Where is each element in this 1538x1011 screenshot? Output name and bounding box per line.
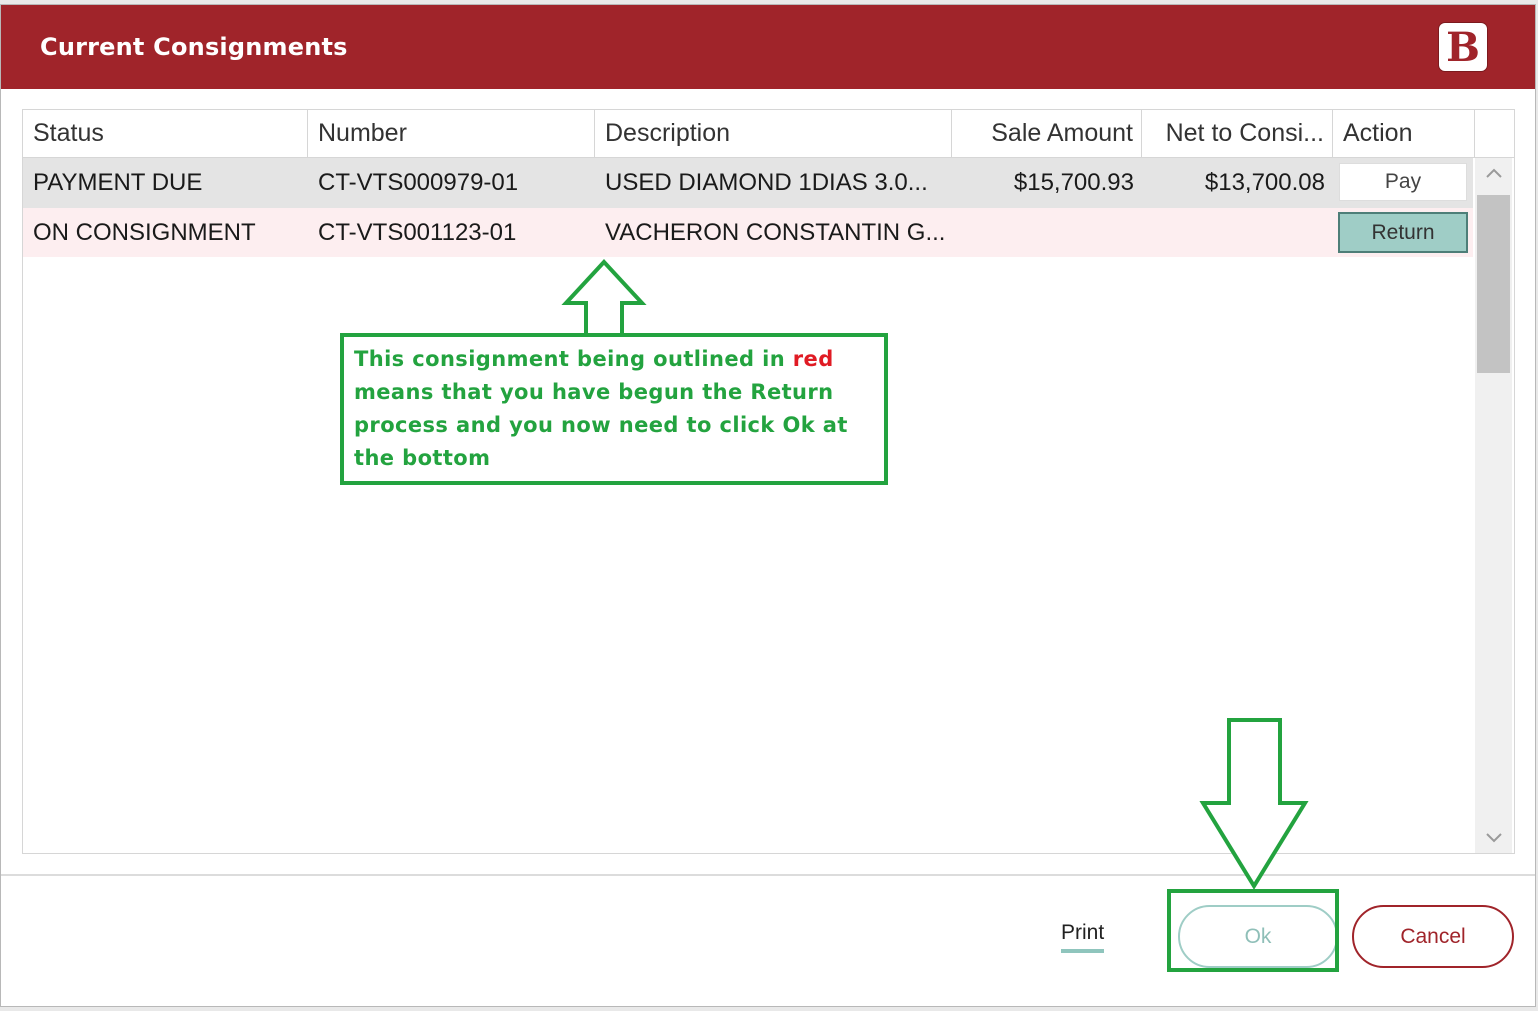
ok-button-highlight	[1167, 889, 1339, 972]
down-arrow-annotation	[1199, 718, 1309, 890]
